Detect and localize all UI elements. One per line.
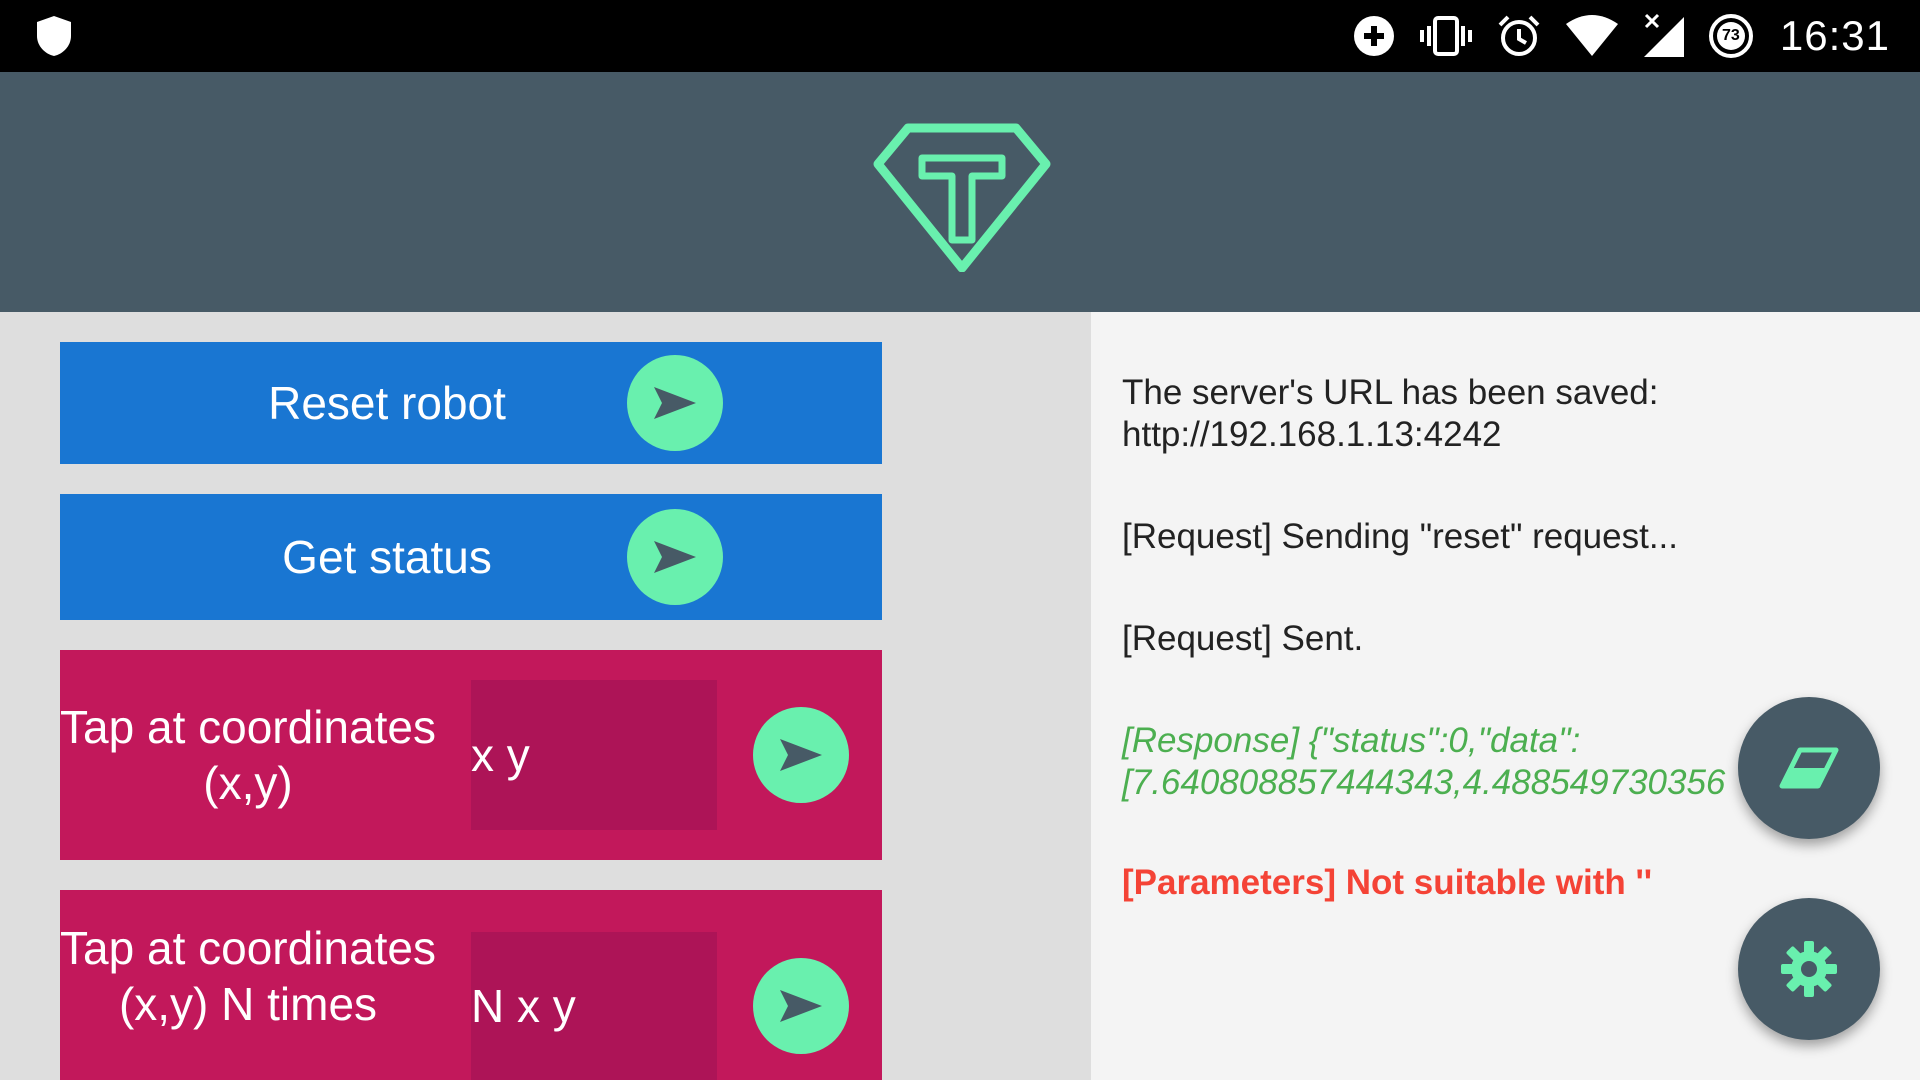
log-entry: http://192.168.1.13:4242 (1122, 415, 1502, 454)
alarm-icon (1498, 15, 1540, 56)
reset-robot-label: Reset robot (268, 377, 506, 429)
log-entry: [Request] Sending "reset" request... (1122, 517, 1679, 556)
send-icon (780, 739, 822, 771)
app-header (0, 72, 1920, 312)
log-entry: The server's URL has been saved: (1122, 373, 1659, 412)
tap-n-times-command: Tap at coordinates (x,y) N times (60, 890, 882, 1080)
send-icon (780, 990, 822, 1022)
log-entry: [Request] Sent. (1122, 619, 1364, 658)
tap-n-times-label: Tap at coordinates (x,y) N times (60, 922, 436, 1030)
clock: 16:31 (1779, 12, 1890, 59)
wifi-icon (1565, 15, 1618, 56)
signal-icon (1643, 13, 1684, 57)
get-status-command[interactable]: Get status (60, 494, 882, 620)
tap-coordinates-label: Tap at coordinates (x,y) (60, 701, 436, 809)
log-entry-response: [7.640808857444343,4.488549730356 (1122, 763, 1726, 802)
app-logo (873, 123, 1051, 272)
status-bar: 73 16:31 (0, 0, 1920, 72)
shield-icon (37, 16, 71, 56)
battery-level: 73 (1721, 27, 1740, 44)
tap-coordinates-input[interactable] (471, 680, 717, 830)
send-icon (654, 541, 696, 573)
get-status-send-button[interactable] (627, 509, 723, 605)
settings-button[interactable] (1738, 898, 1880, 1040)
command-panel: Reset robot Get status Tap at coordinate… (0, 312, 1091, 1080)
battery-indicator: 73 (1708, 13, 1754, 59)
send-icon (654, 387, 696, 419)
tap-coordinates-send-button[interactable] (753, 707, 849, 803)
get-status-label: Get status (282, 531, 492, 583)
log-entry-error: [Parameters] Not suitable with '' (1122, 863, 1653, 902)
tap-n-times-input[interactable] (471, 932, 717, 1080)
vibrate-icon (1419, 16, 1472, 56)
log-entry-response: [Response] {"status":0,"data": (1122, 721, 1581, 760)
tap-n-times-send-button[interactable] (753, 958, 849, 1054)
reset-robot-send-button[interactable] (627, 355, 723, 451)
add-circle-icon (1353, 16, 1394, 56)
gear-icon (1781, 941, 1837, 997)
clear-log-button[interactable] (1738, 697, 1880, 839)
tap-coordinates-command: Tap at coordinates (x,y) (60, 650, 882, 860)
eraser-icon (1779, 747, 1839, 789)
reset-robot-command[interactable]: Reset robot (60, 342, 882, 464)
